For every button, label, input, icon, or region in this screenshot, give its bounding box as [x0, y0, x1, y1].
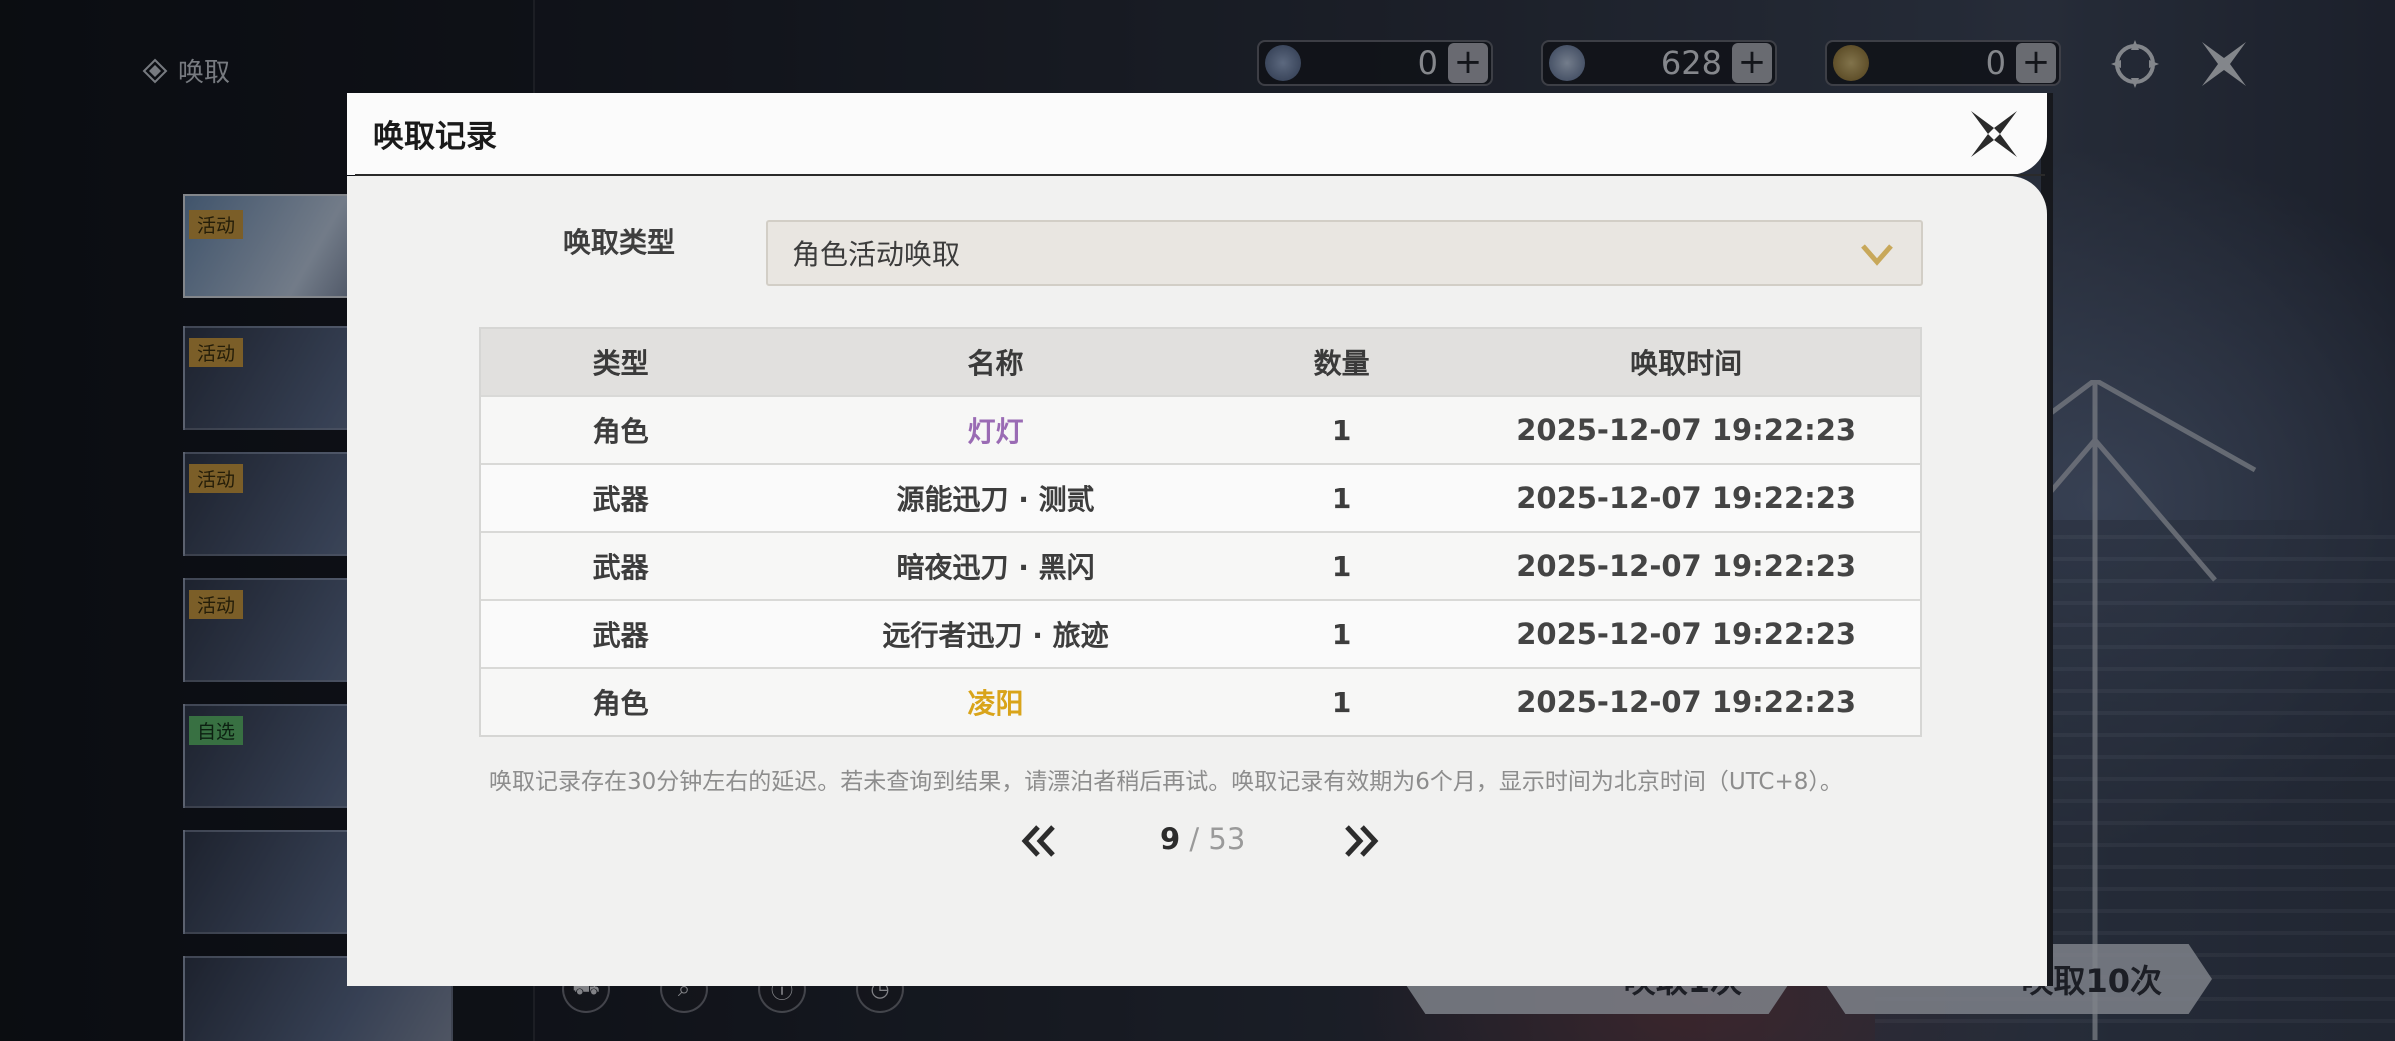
page-current: 9	[1160, 822, 1181, 856]
page-indicator: 9 / 53	[1160, 822, 1245, 856]
row-time: 2025-12-07 19:22:23	[1516, 413, 1857, 447]
table-row: 角色 灯灯 1 2025-12-07 19:22:23	[481, 395, 1920, 463]
convene-history-modal: 唤取记录 唤取类型 角色活动唤取 类型 名称 数量 唤取时间 角色 灯灯 1 2…	[347, 93, 2053, 986]
row-qty: 1	[1331, 617, 1352, 651]
modal-header: 唤取记录	[347, 93, 2047, 175]
convene-type-dropdown[interactable]: 角色活动唤取	[766, 220, 1923, 286]
row-name: 凌阳	[967, 687, 1024, 720]
header-divider	[355, 174, 2045, 176]
column-header-type: 类型	[592, 347, 649, 380]
row-type: 武器	[592, 483, 649, 516]
row-qty: 1	[1331, 481, 1352, 515]
table-rows: 角色 灯灯 1 2025-12-07 19:22:23 武器 源能迅刀 · 测贰…	[481, 395, 1920, 735]
table-row: 角色 凌阳 1 2025-12-07 19:22:23	[481, 667, 1920, 735]
row-qty: 1	[1331, 413, 1352, 447]
table-row: 武器 源能迅刀 · 测贰 1 2025-12-07 19:22:23	[481, 463, 1920, 531]
history-table: 类型 名称 数量 唤取时间 角色 灯灯 1 2025-12-07 19:22:2…	[479, 327, 1922, 737]
page-separator: /	[1180, 822, 1209, 856]
row-time: 2025-12-07 19:22:23	[1516, 549, 1857, 583]
row-name: 暗夜迅刀 · 黑闪	[896, 551, 1095, 584]
convene-type-row: 唤取类型	[563, 221, 783, 261]
column-header-time: 唤取时间	[1630, 347, 1743, 380]
row-time: 2025-12-07 19:22:23	[1516, 617, 1857, 651]
column-header-name: 名称	[967, 347, 1024, 380]
row-name: 源能迅刀 · 测贰	[896, 483, 1095, 516]
convene-type-label: 唤取类型	[563, 226, 676, 259]
row-type: 角色	[592, 415, 649, 448]
row-name: 灯灯	[967, 415, 1024, 448]
table-row: 武器 暗夜迅刀 · 黑闪 1 2025-12-07 19:22:23	[481, 531, 1920, 599]
page-total: 53	[1208, 822, 1246, 856]
previous-page-icon[interactable]	[1020, 824, 1058, 858]
column-header-qty: 数量	[1313, 347, 1370, 380]
row-qty: 1	[1331, 685, 1352, 719]
row-qty: 1	[1331, 549, 1352, 583]
table-header: 类型 名称 数量 唤取时间	[481, 329, 1920, 395]
delay-notice: 唤取记录存在30分钟左右的延迟。若未查询到结果，请漂泊者稍后再试。唤取记录有效期…	[489, 769, 1843, 795]
table-row: 武器 远行者迅刀 · 旅迹 1 2025-12-07 19:22:23	[481, 599, 1920, 667]
row-type: 武器	[592, 619, 649, 652]
pagination: 9 / 53	[1020, 818, 1390, 864]
close-icon[interactable]	[1967, 107, 2021, 161]
row-time: 2025-12-07 19:22:23	[1516, 685, 1857, 719]
row-time: 2025-12-07 19:22:23	[1516, 481, 1857, 515]
modal-title: 唤取记录	[373, 119, 497, 155]
row-type: 武器	[592, 551, 649, 584]
chevron-down-icon	[1861, 244, 1893, 266]
row-name: 远行者迅刀 · 旅迹	[882, 619, 1109, 652]
convene-type-value: 角色活动唤取	[792, 238, 961, 271]
row-type: 角色	[592, 687, 649, 720]
next-page-icon[interactable]	[1342, 824, 1380, 858]
